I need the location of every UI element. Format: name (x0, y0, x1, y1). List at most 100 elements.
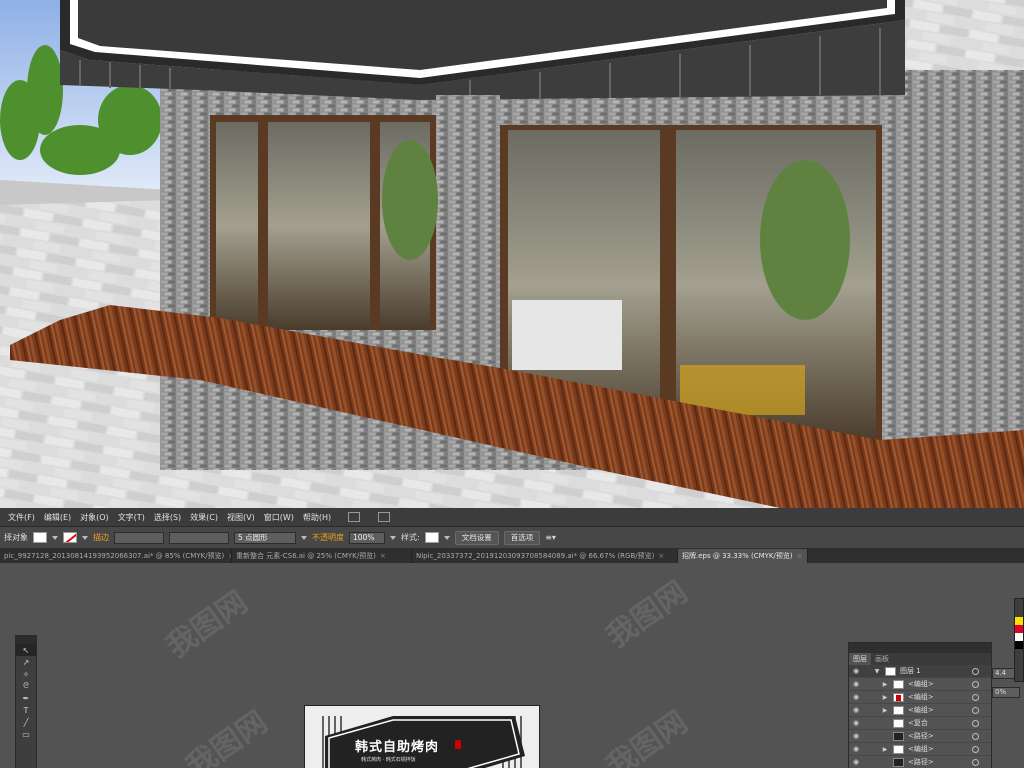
arrange-documents-icon[interactable] (378, 512, 391, 522)
sublayer-name[interactable]: <路径> (908, 757, 934, 767)
menu-object[interactable]: 对象(O) (80, 512, 109, 523)
sublayer-name[interactable]: <编组> (908, 744, 934, 754)
pen-tool-icon[interactable]: ✒ (16, 692, 36, 704)
layers-panel-tabs: 图层 画板 (849, 653, 991, 665)
side-value-field-2[interactable]: 0% (992, 687, 1020, 698)
menu-file[interactable]: 文件(F) (8, 512, 35, 523)
sublayer-name[interactable]: <编组> (908, 692, 934, 702)
expand-triangle-icon[interactable]: ▶ (881, 707, 889, 714)
layer-thumbnail (885, 666, 896, 676)
sublayer-row[interactable]: ◉ ▶ <编组> (849, 743, 991, 756)
expand-triangle-icon[interactable]: ▶ (881, 746, 889, 753)
document-tabs: pic_9927128_20130814193952066307.ai* @ 8… (0, 549, 1024, 563)
visibility-eye-icon[interactable]: ◉ (849, 693, 863, 701)
tab-document-1[interactable]: pic_9927128_20130814193952066307.ai* @ 8… (0, 549, 232, 563)
layer-row[interactable]: ◉ ▼ 图层 1 (849, 665, 991, 678)
sublayer-name[interactable]: <复合 (908, 718, 928, 728)
variable-width-field[interactable] (169, 531, 229, 544)
storefront-render-image (0, 0, 1024, 508)
tab-artboards[interactable]: 画板 (871, 653, 893, 665)
stroke-swatch[interactable] (63, 532, 77, 543)
sublayer-name[interactable]: <编组> (908, 705, 934, 715)
menu-help[interactable]: 帮助(H) (303, 512, 331, 523)
selection-tool-icon[interactable]: ↖ (16, 644, 36, 656)
layers-panel-header[interactable] (849, 643, 991, 653)
screen: 文件(F) 编辑(E) 对象(O) 文字(T) 选择(S) 效果(C) 视图(V… (0, 0, 1024, 768)
watermark: 我图网 (180, 704, 274, 768)
sublayer-row[interactable]: ◉ <路径> (849, 756, 991, 768)
color-swatch-red[interactable] (1015, 625, 1023, 633)
sublayer-row[interactable]: ◉ ▶ <编组> (849, 678, 991, 691)
layer-name[interactable]: 图层 1 (900, 666, 921, 676)
target-circle-icon[interactable] (972, 680, 979, 688)
magic-wand-tool-icon[interactable]: ✧ (16, 668, 36, 680)
menu-edit[interactable]: 编辑(E) (44, 512, 71, 523)
visibility-eye-icon[interactable]: ◉ (849, 680, 863, 688)
layer-thumbnail (893, 744, 904, 754)
style-swatch[interactable] (424, 532, 439, 543)
layer-thumbnail (893, 731, 904, 741)
stroke-weight-field[interactable] (114, 531, 164, 544)
fill-dropdown-icon[interactable] (52, 535, 58, 540)
preferences-button[interactable]: 首选项 (503, 530, 541, 545)
brush-field[interactable]: 5 点圆形 (234, 531, 296, 544)
menu-bar: 文件(F) 编辑(E) 对象(O) 文字(T) 选择(S) 效果(C) 视图(V… (0, 508, 1024, 527)
sublayer-name[interactable]: <编组> (908, 679, 934, 689)
visibility-eye-icon[interactable]: ◉ (849, 706, 863, 714)
bridge-icon[interactable] (348, 512, 361, 522)
type-tool-icon[interactable]: T (16, 704, 36, 716)
watermark: 我图网 (600, 704, 694, 768)
visibility-eye-icon[interactable]: ◉ (849, 758, 863, 766)
target-circle-icon[interactable] (972, 706, 979, 714)
menu-window[interactable]: 窗口(W) (264, 512, 294, 523)
rectangle-tool-icon[interactable]: ▭ (16, 728, 36, 740)
target-circle-icon[interactable] (972, 719, 979, 727)
opacity-field[interactable]: 100% (349, 531, 385, 544)
expand-triangle-icon[interactable]: ▼ (873, 668, 881, 675)
menu-view[interactable]: 视图(V) (227, 512, 255, 523)
menu-effect[interactable]: 效果(C) (190, 512, 218, 523)
color-swatch-white[interactable] (1015, 633, 1023, 641)
expand-triangle-icon[interactable]: ▶ (881, 694, 889, 701)
artboard-preview[interactable]: 韩式自助烤肉 韩式烤肉 · 韩式石锅拌饭 (304, 705, 540, 768)
sign-subtitle: 韩式烤肉 · 韩式石锅拌饭 (361, 757, 416, 763)
sublayer-row[interactable]: ◉ ▶ <编组> (849, 691, 991, 704)
target-circle-icon[interactable] (972, 732, 979, 740)
menu-select[interactable]: 选择(S) (154, 512, 181, 523)
control-bar: 择对象 描边 5 点圆形 不透明度 100% 样式: 文档设置 首选项 ≡▾ (0, 527, 1024, 549)
style-dropdown-icon[interactable] (443, 535, 450, 540)
tab-layers[interactable]: 图层 (849, 653, 871, 665)
tab-document-3[interactable]: Nipic_20337372_20191203093708584089.ai* … (412, 549, 678, 563)
sublayer-row[interactable]: ◉ <复合 (849, 717, 991, 730)
target-circle-icon[interactable] (972, 667, 979, 675)
sublayer-row[interactable]: ◉ ▶ <编组> (849, 704, 991, 717)
lasso-tool-icon[interactable]: ᘓ (16, 680, 36, 692)
visibility-eye-icon[interactable]: ◉ (849, 667, 863, 675)
tools-panel-header[interactable] (16, 636, 36, 644)
stroke-label[interactable]: 描边 (93, 532, 109, 543)
fill-swatch[interactable] (33, 532, 47, 543)
visibility-eye-icon[interactable]: ◉ (849, 719, 863, 727)
target-circle-icon[interactable] (972, 693, 979, 701)
sublayer-name[interactable]: <路径> (908, 731, 934, 741)
target-circle-icon[interactable] (972, 758, 979, 766)
stroke-dropdown-icon[interactable] (82, 535, 88, 540)
line-tool-icon[interactable]: ╱ (16, 716, 36, 728)
panel-menu-icon[interactable]: ≡▾ (545, 533, 556, 542)
layer-thumbnail (893, 705, 904, 715)
color-swatch-black[interactable] (1015, 641, 1023, 649)
opacity-label[interactable]: 不透明度 (312, 532, 344, 543)
document-setup-button[interactable]: 文档设置 (454, 530, 499, 545)
tab-document-4[interactable]: 招牌.eps @ 33.33% (CMYK/预览) × (678, 549, 808, 563)
visibility-eye-icon[interactable]: ◉ (849, 732, 863, 740)
visibility-eye-icon[interactable]: ◉ (849, 745, 863, 753)
color-swatch-yellow[interactable] (1015, 617, 1023, 625)
target-circle-icon[interactable] (972, 745, 979, 753)
direct-selection-tool-icon[interactable]: ↗ (16, 656, 36, 668)
expand-triangle-icon[interactable]: ▶ (881, 681, 889, 688)
brush-dropdown-icon[interactable] (301, 535, 307, 540)
tab-document-2[interactable]: 重新整合 元素-CS6.ai @ 25% (CMYK/预览) × (232, 549, 412, 563)
menu-type[interactable]: 文字(T) (118, 512, 145, 523)
sublayer-row[interactable]: ◉ <路径> (849, 730, 991, 743)
opacity-dropdown-icon[interactable] (390, 535, 396, 540)
